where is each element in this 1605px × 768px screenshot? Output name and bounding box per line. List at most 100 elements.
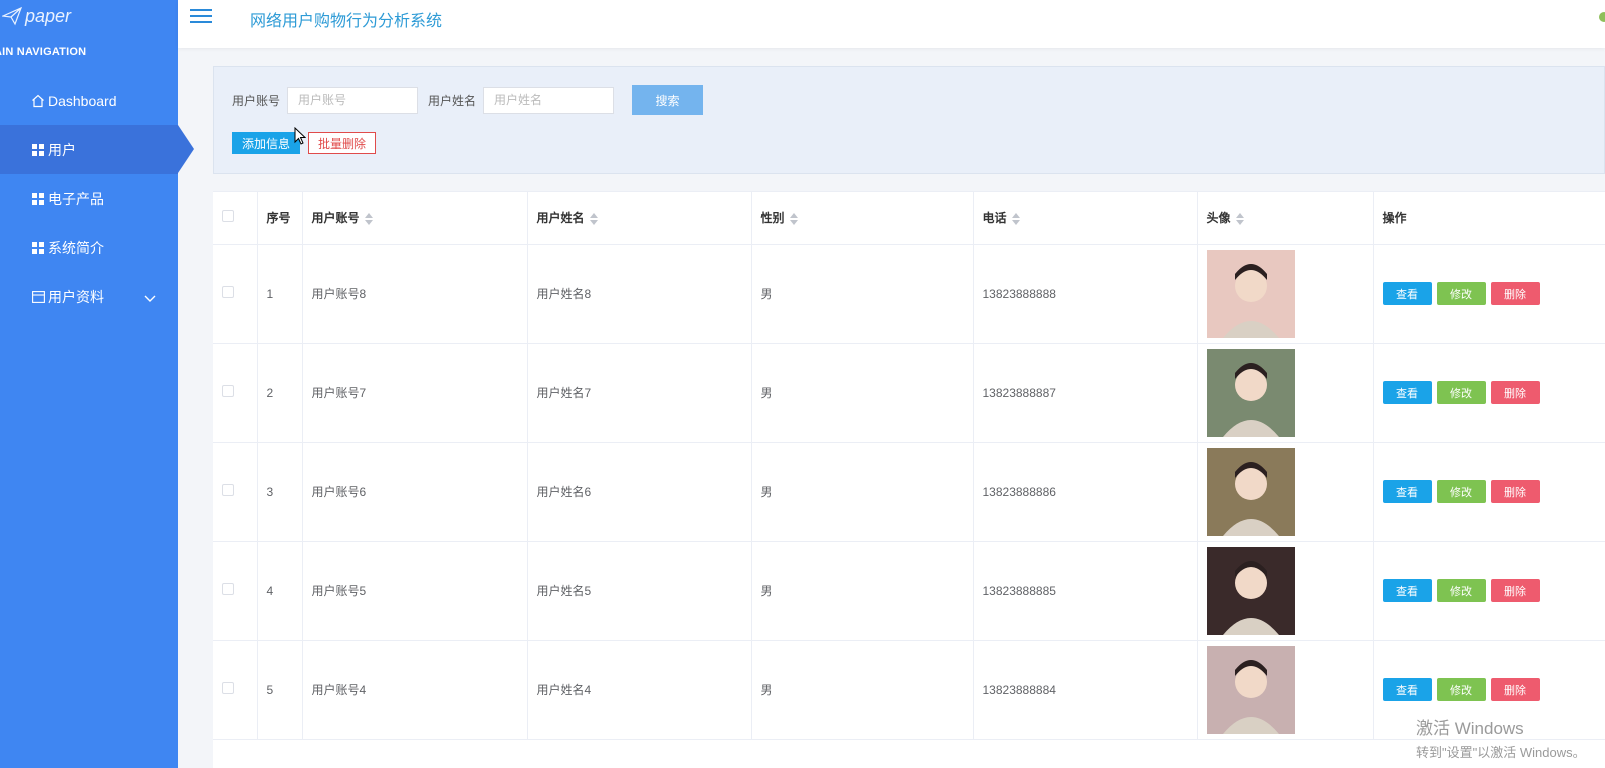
view-button[interactable]: 查看 (1382, 579, 1432, 602)
sidebar-item-dashboard[interactable]: Dashboard (0, 76, 178, 125)
row-checkbox-cell[interactable] (213, 442, 258, 542)
account-cell: 用户账号6 (302, 442, 528, 542)
row-checkbox-cell[interactable] (213, 244, 258, 344)
delete-button[interactable]: 删除 (1490, 282, 1540, 305)
sort-icon[interactable] (364, 213, 373, 226)
delete-button[interactable]: 删除 (1490, 381, 1540, 404)
name-search-input[interactable] (483, 86, 615, 114)
avatar-image (1206, 249, 1295, 338)
sidebar-item-label: 用户 (48, 141, 76, 158)
account-cell: 用户账号8 (302, 244, 528, 344)
avatar-cell (1197, 541, 1374, 641)
sidebar-item-label: 系统简介 (48, 239, 104, 256)
top-bar: 网络用户购物行为分析系统 (178, 0, 1605, 48)
index-cell: 2 (257, 343, 303, 443)
table-row: 5 用户账号4 用户姓名4 男 13823888884 查看 修改 删除 (213, 640, 1605, 740)
index-cell: 5 (257, 640, 303, 740)
sort-icon[interactable] (1235, 213, 1244, 226)
actions-cell: 查看 修改 删除 (1373, 343, 1605, 443)
add-button[interactable]: 添加信息 (232, 132, 301, 154)
calendar-icon (31, 290, 45, 304)
account-search-input[interactable] (287, 86, 419, 114)
delete-button[interactable]: 删除 (1490, 579, 1540, 602)
sort-icon[interactable] (1011, 213, 1020, 226)
search-button[interactable]: 搜索 (632, 85, 704, 115)
column-header[interactable]: 用户账号 (302, 192, 528, 245)
menu-toggle-icon[interactable] (190, 9, 212, 25)
sidebar: paper AIN NAVIGATION Dashboard 用户 电子产品 系… (0, 0, 194, 768)
name-cell: 用户姓名7 (527, 343, 752, 443)
sidebar-item-user-profile[interactable]: 用户资料 (0, 272, 178, 321)
name-cell: 用户姓名8 (527, 244, 752, 344)
windows-activation-watermark: 激活 Windows 转到"设置"以激活 Windows。 (1416, 719, 1586, 760)
column-header[interactable]: 用户姓名 (527, 192, 752, 245)
column-header[interactable]: 头像 (1197, 192, 1374, 245)
select-all-checkbox[interactable] (222, 210, 234, 223)
index-cell: 3 (257, 442, 303, 542)
avatar-image (1206, 546, 1295, 635)
edit-button[interactable]: 修改 (1436, 480, 1486, 503)
column-header[interactable]: 性别 (751, 192, 974, 245)
sort-icon[interactable] (589, 213, 598, 226)
row-checkbox-cell[interactable] (213, 343, 258, 443)
index-cell: 4 (257, 541, 303, 641)
delete-button[interactable]: 删除 (1490, 480, 1540, 503)
grid-icon (31, 192, 45, 206)
phone-cell: 13823888888 (973, 244, 1198, 344)
sidebar-item-users[interactable]: 用户 (0, 125, 194, 174)
index-cell: 1 (257, 244, 303, 344)
phone-cell: 13823888885 (973, 541, 1198, 641)
sort-icon[interactable] (789, 213, 798, 226)
chevron-down-icon (144, 290, 156, 306)
row-checkbox-cell[interactable] (213, 541, 258, 641)
name-cell: 用户姓名6 (527, 442, 752, 542)
phone-cell: 13823888886 (973, 442, 1198, 542)
column-header: 序号 (257, 192, 303, 245)
table-row: 1 用户账号8 用户姓名8 男 13823888888 查看 修改 删除 (213, 244, 1605, 344)
row-checkbox[interactable] (222, 682, 234, 694)
account-cell: 用户账号4 (302, 640, 528, 740)
logo: paper (0, 0, 178, 32)
actions-cell: 查看 修改 删除 (1373, 541, 1605, 641)
nav-header: AIN NAVIGATION (0, 46, 87, 58)
table-row: 2 用户账号7 用户姓名7 男 13823888887 查看 修改 删除 (213, 343, 1605, 443)
row-checkbox[interactable] (222, 385, 234, 397)
avatar-image (1206, 348, 1295, 437)
header-checkbox-cell[interactable] (213, 192, 258, 245)
column-header: 操作 (1373, 192, 1605, 245)
table-header-row: 序号 用户账号 用户姓名 性别 电话 头像 操作 (213, 192, 1605, 245)
edit-button[interactable]: 修改 (1436, 381, 1486, 404)
view-button[interactable]: 查看 (1382, 381, 1432, 404)
gender-cell: 男 (751, 640, 974, 740)
row-checkbox[interactable] (222, 583, 234, 595)
user-table: 序号 用户账号 用户姓名 性别 电话 头像 操作 1 用户账号8 用户姓名8 男… (213, 191, 1605, 768)
user-avatar[interactable] (1599, 12, 1605, 22)
delete-button[interactable]: 删除 (1490, 678, 1540, 701)
edit-button[interactable]: 修改 (1436, 579, 1486, 602)
gender-cell: 男 (751, 343, 974, 443)
sidebar-item-label: Dashboard (48, 92, 117, 109)
account-label: 用户账号 (232, 93, 281, 108)
edit-button[interactable]: 修改 (1436, 678, 1486, 701)
avatar-cell (1197, 640, 1374, 740)
avatar-image (1206, 645, 1295, 734)
row-checkbox[interactable] (222, 286, 234, 298)
name-cell: 用户姓名4 (527, 640, 752, 740)
view-button[interactable]: 查看 (1382, 282, 1432, 305)
row-checkbox-cell[interactable] (213, 640, 258, 740)
sidebar-item-system-intro[interactable]: 系统简介 (0, 223, 178, 272)
row-checkbox[interactable] (222, 484, 234, 496)
column-header[interactable]: 电话 (973, 192, 1198, 245)
batch-delete-button[interactable]: 批量删除 (308, 132, 377, 154)
app-title: 网络用户购物行为分析系统 (250, 13, 443, 30)
view-button[interactable]: 查看 (1382, 678, 1432, 701)
table-row: 3 用户账号6 用户姓名6 男 13823888886 查看 修改 删除 (213, 442, 1605, 542)
edit-button[interactable]: 修改 (1436, 282, 1486, 305)
view-button[interactable]: 查看 (1382, 480, 1432, 503)
phone-cell: 13823888887 (973, 343, 1198, 443)
sidebar-item-electronics[interactable]: 电子产品 (0, 174, 178, 223)
paper-plane-icon (2, 6, 22, 26)
avatar-cell (1197, 343, 1374, 443)
account-cell: 用户账号5 (302, 541, 528, 641)
name-label: 用户姓名 (428, 93, 477, 108)
